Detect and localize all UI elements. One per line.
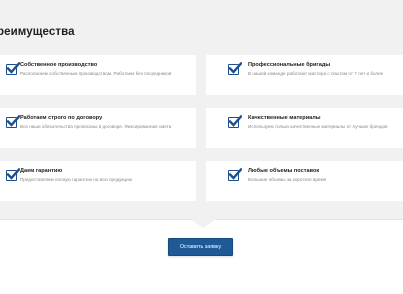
checkbox-checked-icon <box>6 168 20 181</box>
advantage-description: Все наши обязательства прописаны в догов… <box>20 124 172 129</box>
advantage-title: Собственное производство <box>20 62 98 68</box>
advantage-description: Предоставляем полную гарантию на всю про… <box>20 177 133 182</box>
advantages-section: реимущества Собственное производство Рас… <box>0 0 403 220</box>
advantage-title: Профессиональные бригады <box>248 62 331 68</box>
checkbox-checked-icon <box>228 62 242 75</box>
section-pointer <box>190 219 216 228</box>
advantage-description: Большие объемы за короткое время <box>248 177 327 182</box>
advantage-description: Используем только качественные материалы… <box>248 124 388 129</box>
submit-request-button[interactable]: Оставить заявку <box>168 238 233 256</box>
section-title: реимущества <box>0 26 75 38</box>
advantage-description: В нашей команде работают мастера с опыто… <box>248 71 384 76</box>
checkbox-checked-icon <box>6 62 20 75</box>
advantage-card: Профессиональные бригады В нашей команде… <box>206 55 403 95</box>
advantage-title: Работаем строго по договору <box>20 115 103 121</box>
advantage-card: Даем гарантию Предоставляем полную гаран… <box>0 161 196 201</box>
advantage-card: Качественные материалы Используем только… <box>206 108 403 148</box>
checkbox-checked-icon <box>228 168 242 181</box>
checkbox-checked-icon <box>6 115 20 128</box>
checkbox-checked-icon <box>228 115 242 128</box>
advantage-title: Качественные материалы <box>248 115 321 121</box>
advantage-description: Располагаем собственным производством. Р… <box>20 71 172 76</box>
advantage-title: Даем гарантию <box>20 168 63 174</box>
advantage-title: Любые объемы поставок <box>248 168 320 174</box>
advantage-card: Работаем строго по договору Все наши обя… <box>0 108 196 148</box>
advantage-card: Любые объемы поставок Большие объемы за … <box>206 161 403 201</box>
advantage-card: Собственное производство Располагаем соб… <box>0 55 196 95</box>
